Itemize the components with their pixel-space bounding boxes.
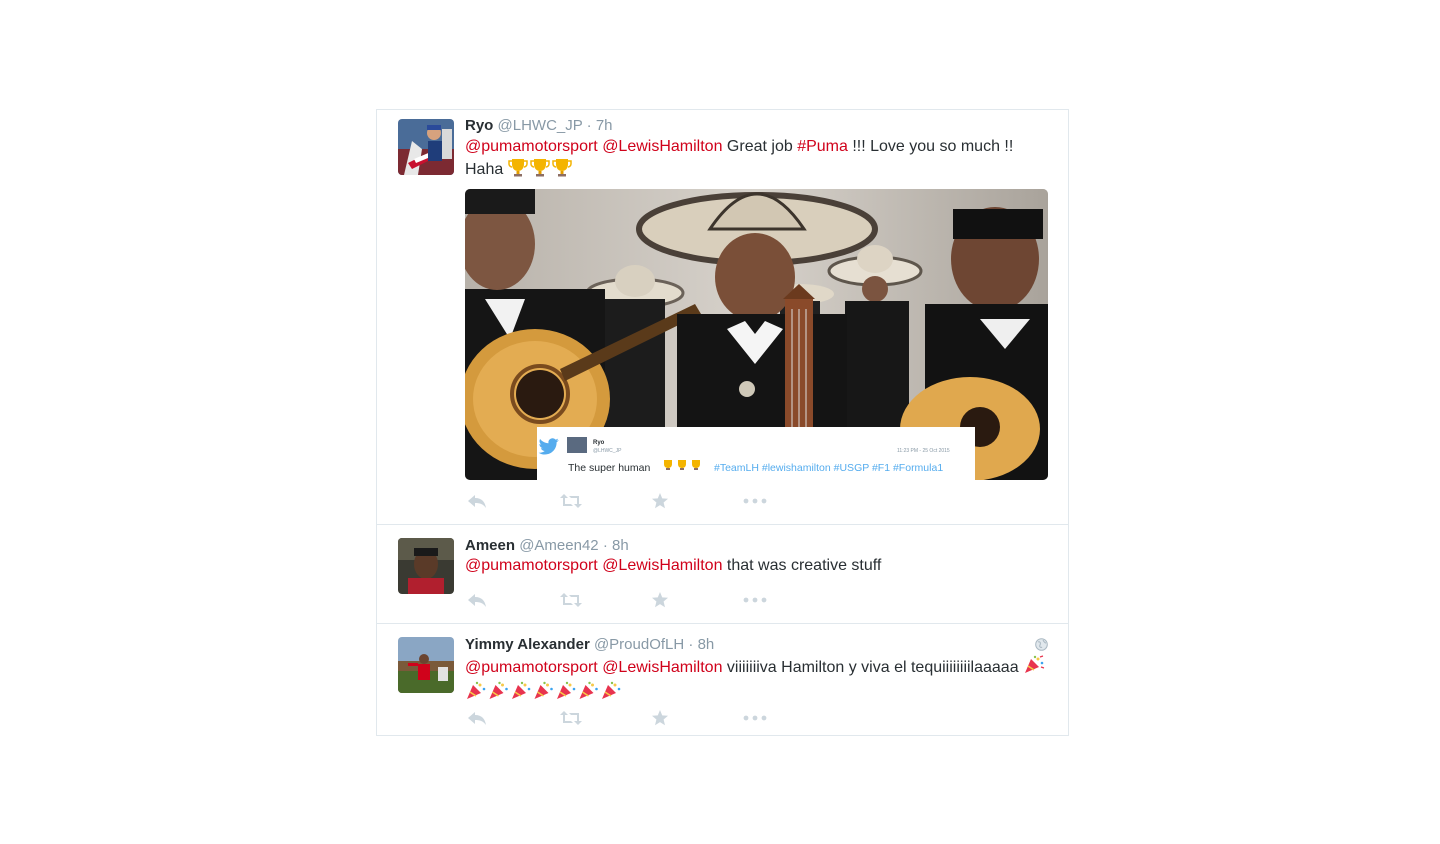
- trophy-icon: [507, 159, 528, 177]
- tweet-text-segment: that was creative stuff: [726, 557, 882, 574]
- username[interactable]: @Ameen42: [519, 537, 598, 554]
- retweet-button[interactable]: [559, 491, 583, 511]
- tweet-text-segment: Great job: [726, 138, 793, 155]
- username[interactable]: @LHWC_JP: [498, 117, 583, 134]
- more-button[interactable]: [743, 708, 767, 728]
- party-popper-icon: [534, 681, 553, 699]
- tweet-header: Ameen @Ameen42 · 8h: [465, 536, 629, 556]
- reply-icon: [468, 712, 486, 725]
- retweet-button[interactable]: [559, 590, 583, 610]
- reply-button[interactable]: [467, 491, 487, 511]
- embed-time: 11:23 PM - 25 Oct 2015: [897, 448, 950, 454]
- fullname[interactable]: Ameen: [465, 537, 515, 554]
- fullname[interactable]: Ryo: [465, 117, 493, 134]
- more-button[interactable]: [743, 491, 767, 511]
- like-button[interactable]: [651, 491, 669, 511]
- party-popper-icon: [512, 681, 531, 699]
- mention-link[interactable]: @pumamotorsport: [465, 138, 598, 155]
- reply-button[interactable]: [467, 590, 487, 610]
- party-popper-icon: [602, 681, 621, 699]
- tweet-text: @pumamotorsport @LewisHamilton Great job…: [465, 137, 1035, 183]
- party-popper-icon: [579, 681, 598, 699]
- timestamp[interactable]: 7h: [596, 117, 613, 134]
- retweet-icon: [560, 593, 582, 607]
- like-button[interactable]: [651, 708, 669, 728]
- separator: ·: [688, 636, 694, 653]
- username[interactable]: @ProudOfLH: [594, 636, 684, 653]
- tweet[interactable]: Yimmy Alexander @ProudOfLH · 8h @pumamot…: [377, 624, 1068, 736]
- embed-text: The super human: [568, 462, 650, 474]
- reply-icon: [468, 594, 486, 607]
- mention-link[interactable]: @LewisHamilton: [602, 659, 722, 676]
- timestamp[interactable]: 8h: [612, 537, 629, 554]
- tweet-actions: [467, 590, 787, 610]
- tweet-text-segment: Haha: [465, 161, 504, 179]
- more-button[interactable]: [743, 590, 767, 610]
- tweet-text: @pumamotorsport @LewisHamilton that was …: [465, 556, 1035, 576]
- mention-link[interactable]: @pumamotorsport: [465, 659, 598, 676]
- separator: ·: [602, 537, 608, 554]
- avatar[interactable]: [398, 637, 454, 693]
- separator: ·: [586, 117, 592, 134]
- timestamp[interactable]: 8h: [698, 636, 715, 653]
- party-popper-emoji: [1023, 655, 1045, 681]
- tweet[interactable]: Ameen @Ameen42 · 8h @pumamotorsport @Lew…: [377, 525, 1068, 624]
- retweet-button[interactable]: [559, 708, 583, 728]
- like-icon: [652, 710, 668, 726]
- trophy-emoji-row: [507, 157, 574, 183]
- fullname[interactable]: Yimmy Alexander: [465, 636, 590, 653]
- like-button[interactable]: [651, 590, 669, 610]
- mention-link[interactable]: @pumamotorsport: [465, 557, 598, 574]
- tweet-text-segment: !!! Love you so much !!: [852, 138, 1014, 155]
- trophy-icon: [551, 159, 572, 177]
- mention-link[interactable]: @LewisHamilton: [602, 138, 722, 155]
- embedded-tweet-card: Ryo @LHWC_JP 11:23 PM - 25 Oct 2015 The …: [537, 427, 975, 480]
- media-photo[interactable]: Ryo @LHWC_JP 11:23 PM - 25 Oct 2015 The …: [465, 189, 1048, 480]
- mention-link[interactable]: @LewisHamilton: [602, 557, 722, 574]
- tweet-header: Yimmy Alexander @ProudOfLH · 8h: [465, 635, 714, 655]
- retweet-icon: [560, 711, 582, 725]
- party-popper-icon: [557, 681, 576, 699]
- avatar[interactable]: [398, 119, 454, 175]
- like-icon: [652, 592, 668, 608]
- tweet-actions: [467, 708, 787, 728]
- embed-name: Ryo: [593, 440, 605, 446]
- globe-icon[interactable]: [1035, 638, 1048, 656]
- tweet-timeline: Ryo @LHWC_JP · 7h @pumamotorsport @Lewis…: [376, 109, 1069, 736]
- party-popper-icon: [1025, 655, 1045, 673]
- more-icon: [743, 498, 767, 504]
- like-icon: [652, 493, 668, 509]
- reply-icon: [468, 495, 486, 508]
- tweet-actions: [467, 491, 787, 511]
- reply-button[interactable]: [467, 708, 487, 728]
- embed-tags: #TeamLH #lewishamilton #USGP #F1 #Formul…: [714, 462, 943, 474]
- tweet-header: Ryo @LHWC_JP · 7h: [465, 116, 613, 136]
- tweet[interactable]: Ryo @LHWC_JP · 7h @pumamotorsport @Lewis…: [377, 110, 1068, 525]
- retweet-icon: [560, 494, 582, 508]
- party-popper-icon: [467, 681, 486, 699]
- party-popper-emoji-row: [465, 681, 623, 707]
- embed-handle: @LHWC_JP: [593, 448, 622, 454]
- hashtag-link[interactable]: #Puma: [797, 138, 848, 155]
- avatar[interactable]: [398, 538, 454, 594]
- tweet-text-segment: viiiiiiiva Hamilton y viva el tequiiiiii…: [726, 659, 1019, 677]
- more-icon: [743, 597, 767, 603]
- party-popper-icon: [489, 681, 508, 699]
- trophy-icon: [529, 159, 550, 177]
- more-icon: [743, 715, 767, 721]
- tweet-text: @pumamotorsport @LewisHamilton viiiiiiiv…: [465, 655, 1055, 707]
